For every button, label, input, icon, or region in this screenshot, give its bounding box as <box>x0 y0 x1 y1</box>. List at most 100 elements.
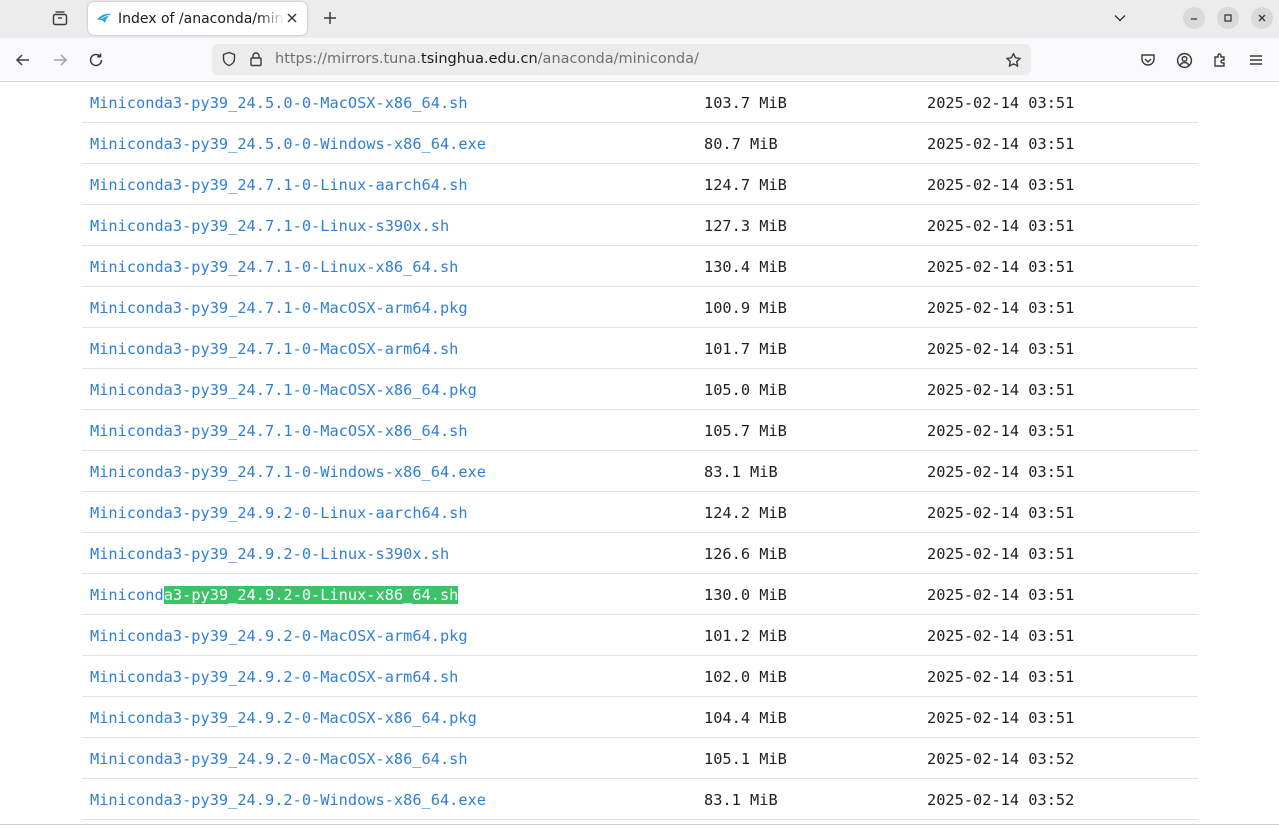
file-link[interactable]: Miniconda3-py39_24.7.1-0-MacOSX-x86_64.p… <box>90 381 477 399</box>
url-path: /anaconda/miniconda/ <box>537 51 699 67</box>
tab-list-button[interactable] <box>44 4 76 32</box>
file-date: 2025-02-14 03:51 <box>927 668 1075 686</box>
file-link[interactable]: Miniconda3-py39_24.5.0-0-MacOSX-x86_64.s… <box>90 94 468 112</box>
close-icon <box>1258 14 1266 22</box>
table-row: Miniconda3-py39_24.7.1-0-MacOSX-arm64.sh… <box>82 328 1198 369</box>
table-row: Miniconda3-py39_24.9.2-0-MacOSX-arm64.pk… <box>82 615 1198 656</box>
file-link[interactable]: Miniconda3-py39_24.7.1-0-Linux-aarch64.s… <box>90 176 468 194</box>
star-icon <box>1005 52 1021 67</box>
back-button[interactable] <box>8 45 38 75</box>
table-row: Miniconda3-py39_24.7.1-0-Windows-x86_64.… <box>82 451 1198 492</box>
file-size: 100.9 MiB <box>704 299 787 317</box>
file-date: 2025-02-14 03:51 <box>927 463 1075 481</box>
shield-icon[interactable] <box>220 50 238 68</box>
reload-button[interactable] <box>81 45 111 75</box>
lock-icon[interactable] <box>247 50 265 68</box>
file-link[interactable]: Miniconda3-py39_24.7.1-0-MacOSX-x86_64.s… <box>90 422 468 440</box>
file-link[interactable]: Miniconda3-py39_24.7.1-0-MacOSX-arm64.sh <box>90 340 458 358</box>
file-link[interactable]: Miniconda3-py39_24.9.2-0-MacOSX-x86_64.s… <box>90 750 468 768</box>
file-size: 105.0 MiB <box>704 381 787 399</box>
file-size: 104.4 MiB <box>704 709 787 727</box>
file-size: 126.6 MiB <box>704 545 787 563</box>
file-date: 2025-02-14 03:51 <box>927 709 1075 727</box>
tab-title: Index of /anaconda/miniconda/ <box>118 10 284 27</box>
file-size: 130.0 MiB <box>704 586 787 604</box>
tuna-favicon-icon <box>96 11 112 27</box>
file-size: 103.7 MiB <box>704 94 787 112</box>
file-date: 2025-02-14 03:51 <box>927 217 1075 235</box>
divider <box>0 824 1279 825</box>
table-row: Miniconda3-py39_24.7.1-0-Linux-aarch64.s… <box>82 164 1198 205</box>
window-close-button[interactable] <box>1251 7 1273 29</box>
file-date: 2025-02-14 03:51 <box>927 381 1075 399</box>
new-tab-button[interactable] <box>316 4 344 32</box>
file-link-text: Minicond <box>90 586 164 604</box>
table-row: Miniconda3-py39_24.9.2-0-MacOSX-x86_64.p… <box>82 697 1198 738</box>
file-date: 2025-02-14 03:51 <box>927 299 1075 317</box>
pocket-button[interactable] <box>1133 45 1163 75</box>
file-size: 124.7 MiB <box>704 176 787 194</box>
file-link[interactable]: Miniconda3-py39_24.9.2-0-Linux-x86_64.sh <box>90 586 459 604</box>
table-row: Miniconda3-py39_24.7.1-0-MacOSX-arm64.pk… <box>82 287 1198 328</box>
table-row: Miniconda3-py39_24.5.0-0-MacOSX-x86_64.s… <box>82 82 1198 123</box>
tab-list-icon <box>52 11 68 26</box>
file-date: 2025-02-14 03:51 <box>927 135 1075 153</box>
table-row: Miniconda3-py39_24.5.0-0-Windows-x86_64.… <box>82 123 1198 164</box>
file-size: 83.1 MiB <box>704 791 778 809</box>
file-size: 130.4 MiB <box>704 258 787 276</box>
app-menu-button[interactable] <box>1241 45 1271 75</box>
file-size: 124.2 MiB <box>704 504 787 522</box>
file-date: 2025-02-14 03:51 <box>927 176 1075 194</box>
file-size: 127.3 MiB <box>704 217 787 235</box>
table-row: Miniconda3-py39_24.9.2-0-Linux-aarch64.s… <box>82 492 1198 533</box>
window-minimize-button[interactable] <box>1183 7 1205 29</box>
file-date: 2025-02-14 03:51 <box>927 94 1075 112</box>
file-date: 2025-02-14 03:51 <box>927 545 1075 563</box>
file-date: 2025-02-14 03:51 <box>927 422 1075 440</box>
file-link[interactable]: Miniconda3-py39_24.9.2-0-Windows-x86_64.… <box>90 791 486 809</box>
tab-strip: Index of /anaconda/miniconda/ <box>0 0 1279 38</box>
list-all-tabs-button[interactable] <box>1106 4 1134 32</box>
window-maximize-button[interactable] <box>1217 7 1239 29</box>
table-row: Miniconda3-py39_24.9.2-0-Linux-s390x.sh 1… <box>82 533 1198 574</box>
file-link[interactable]: Miniconda3-py39_24.7.1-0-MacOSX-arm64.pk… <box>90 299 468 317</box>
file-link[interactable]: Miniconda3-py39_24.7.1-0-Linux-x86_64.sh <box>90 258 458 276</box>
file-link[interactable]: Miniconda3-py39_24.9.2-0-Linux-aarch64.s… <box>90 504 468 522</box>
file-link[interactable]: Miniconda3-py39_24.9.2-0-MacOSX-arm64.pk… <box>90 627 468 645</box>
puzzle-icon <box>1214 53 1225 67</box>
tab-close-button[interactable] <box>283 9 301 27</box>
file-link[interactable]: Miniconda3-py39_24.9.2-0-MacOSX-x86_64.p… <box>90 709 477 727</box>
account-button[interactable] <box>1169 45 1199 75</box>
close-icon <box>287 13 297 23</box>
url-domain: tsinghua.edu.cn <box>421 51 538 67</box>
forward-button[interactable] <box>45 45 75 75</box>
file-link[interactable]: Miniconda3-py39_24.7.1-0-Linux-s390x.sh <box>90 217 449 235</box>
file-date: 2025-02-14 03:52 <box>927 750 1075 768</box>
maximize-icon <box>1224 14 1232 22</box>
file-link[interactable]: Miniconda3-py39_24.5.0-0-Windows-x86_64.… <box>90 135 486 153</box>
file-link[interactable]: Miniconda3-py39_24.9.2-0-Linux-s390x.sh <box>90 545 449 563</box>
arrow-right-icon <box>54 54 68 66</box>
file-size: 83.1 MiB <box>704 463 778 481</box>
url-text[interactable]: https://mirrors.tuna.tsinghua.edu.cn/ana… <box>275 51 699 67</box>
file-size: 101.2 MiB <box>704 627 787 645</box>
tab-active[interactable]: Index of /anaconda/miniconda/ <box>88 2 307 35</box>
table-row: Miniconda3-py39_24.9.2-0-Windows-x86_64.… <box>82 779 1198 820</box>
url-scheme: https:// <box>275 51 327 67</box>
file-size: 80.7 MiB <box>704 135 778 153</box>
arrow-left-icon <box>15 54 29 66</box>
file-size: 101.7 MiB <box>704 340 787 358</box>
table-row: Miniconda3-py39_24.9.2-0-MacOSX-arm64.sh… <box>82 656 1198 697</box>
bookmark-star-button[interactable] <box>1003 50 1023 70</box>
table-row: Miniconda3-py39_24.9.2-0-Linux-x86_64.sh… <box>82 574 1198 615</box>
file-listing-table: Miniconda3-py39_24.5.0-0-MacOSX-x86_64.s… <box>82 82 1198 820</box>
file-date: 2025-02-14 03:51 <box>927 627 1075 645</box>
reload-icon <box>89 53 103 67</box>
table-row: Miniconda3-py39_24.9.2-0-MacOSX-x86_64.s… <box>82 738 1198 779</box>
url-bar[interactable]: https://mirrors.tuna.tsinghua.edu.cn/ana… <box>212 44 1031 75</box>
extensions-button[interactable] <box>1205 45 1235 75</box>
pocket-icon <box>1141 54 1155 66</box>
account-icon <box>1176 52 1192 68</box>
file-link[interactable]: Miniconda3-py39_24.9.2-0-MacOSX-arm64.sh <box>90 668 458 686</box>
file-link[interactable]: Miniconda3-py39_24.7.1-0-Windows-x86_64.… <box>90 463 486 481</box>
